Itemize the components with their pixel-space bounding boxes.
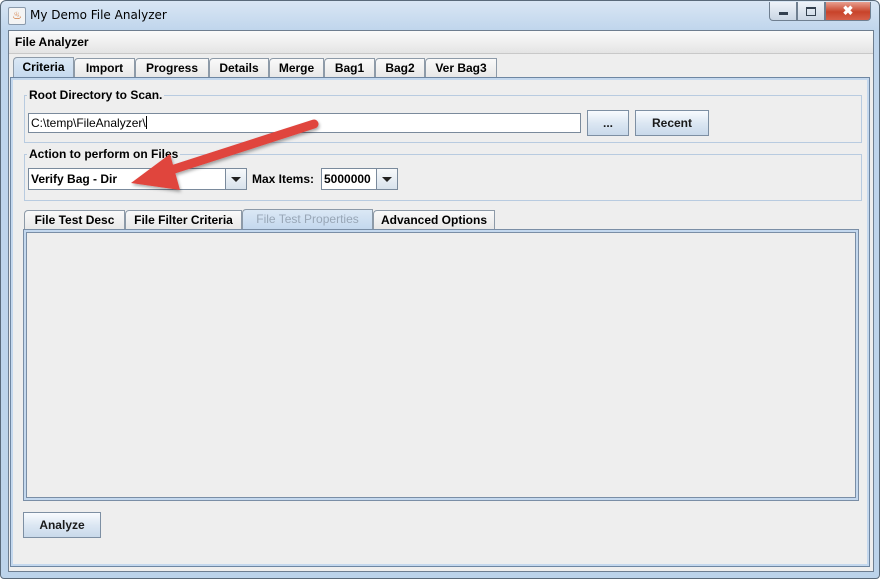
arrow-icon (131, 119, 319, 190)
annotation-arrow (131, 119, 319, 190)
